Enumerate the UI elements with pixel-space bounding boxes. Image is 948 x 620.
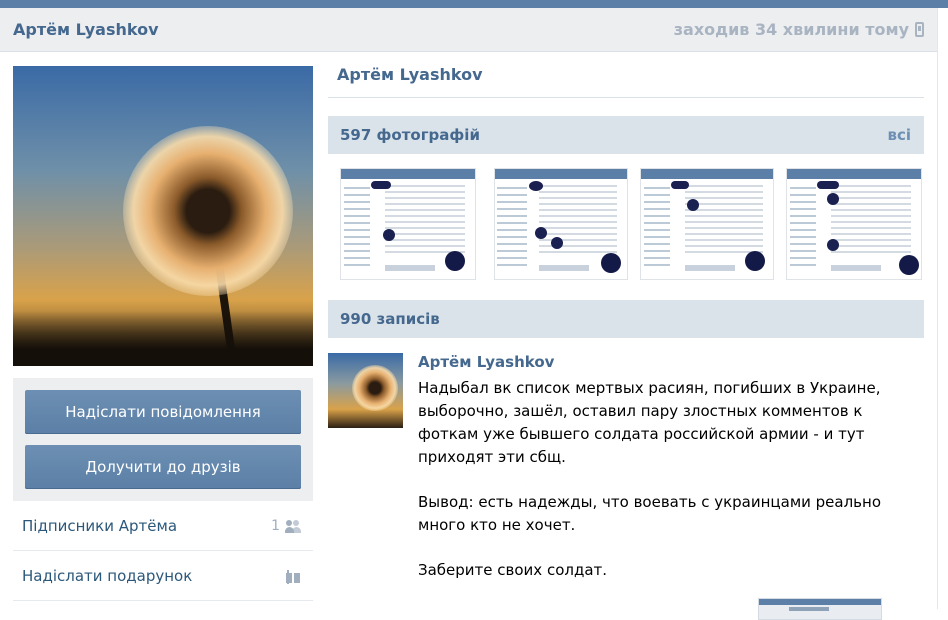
send-gift-link[interactable]: Надіслати подарунок [13,551,313,601]
post-author-avatar[interactable] [328,353,403,428]
last-seen-text: заходив 34 хвилини тому [673,20,909,39]
followers-label: Підписники Артёма [22,516,178,535]
post-paragraph: Вывод: есть надежды, что воевать с украи… [418,493,882,534]
photo-thumbnail[interactable] [494,168,628,280]
main-column: Артём Lyashkov 597 фотографій всі 990 за… [328,51,924,620]
users-icon [285,519,301,533]
photos-section-header[interactable]: 597 фотографій всі [328,116,924,154]
last-seen-status: заходив 34 хвилини тому [674,20,924,39]
profile-header: Артём Lyashkov заходив 34 хвилини тому [0,8,938,52]
followers-count-group: 1 [271,518,301,534]
photo-thumbnail[interactable] [786,168,922,280]
photo-thumbnail[interactable] [340,168,476,280]
photo-strip [328,168,924,288]
photo-thumbnail[interactable] [640,168,774,280]
mobile-phone-icon [915,22,924,37]
records-section-header[interactable]: 990 записів [328,300,924,338]
scrollbar[interactable] [937,8,948,609]
top-bar [0,0,948,8]
post-text: Надыбал вк список мертвых расиян, погибш… [418,377,888,604]
post-paragraph: Надыбал вк список мертвых расиян, погибш… [418,379,881,466]
gift-icon [285,568,301,583]
avatar-dandelion [123,126,293,296]
send-message-button[interactable]: Надіслати повідомлення [25,390,301,434]
followers-link[interactable]: Підписники Артёма 1 [13,501,313,551]
action-buttons: Надіслати повідомлення Долучити до друзі… [13,378,313,501]
add-friend-button[interactable]: Долучити до друзів [25,445,301,489]
post-attached-image[interactable] [758,598,882,620]
photos-count-title[interactable]: 597 фотографій [340,126,480,144]
wall-post: Артём Lyashkov Надыбал вк список мертвых… [328,353,924,620]
profile-avatar[interactable] [13,66,313,366]
avatar-grass [13,311,313,366]
post-paragraph: Заберите своих солдат. [418,561,608,579]
send-gift-label: Надіслати подарунок [22,566,193,585]
page-title: Артём Lyashkov [328,51,924,98]
gift-icon-group [285,568,301,583]
post-author-name[interactable]: Артём Lyashkov [418,353,554,371]
followers-count: 1 [271,517,280,534]
all-photos-link[interactable]: всі [887,126,911,144]
records-count-title[interactable]: 990 записів [340,310,440,328]
left-column: Надіслати повідомлення Долучити до друзі… [13,66,313,601]
header-name[interactable]: Артём Lyashkov [13,20,159,39]
